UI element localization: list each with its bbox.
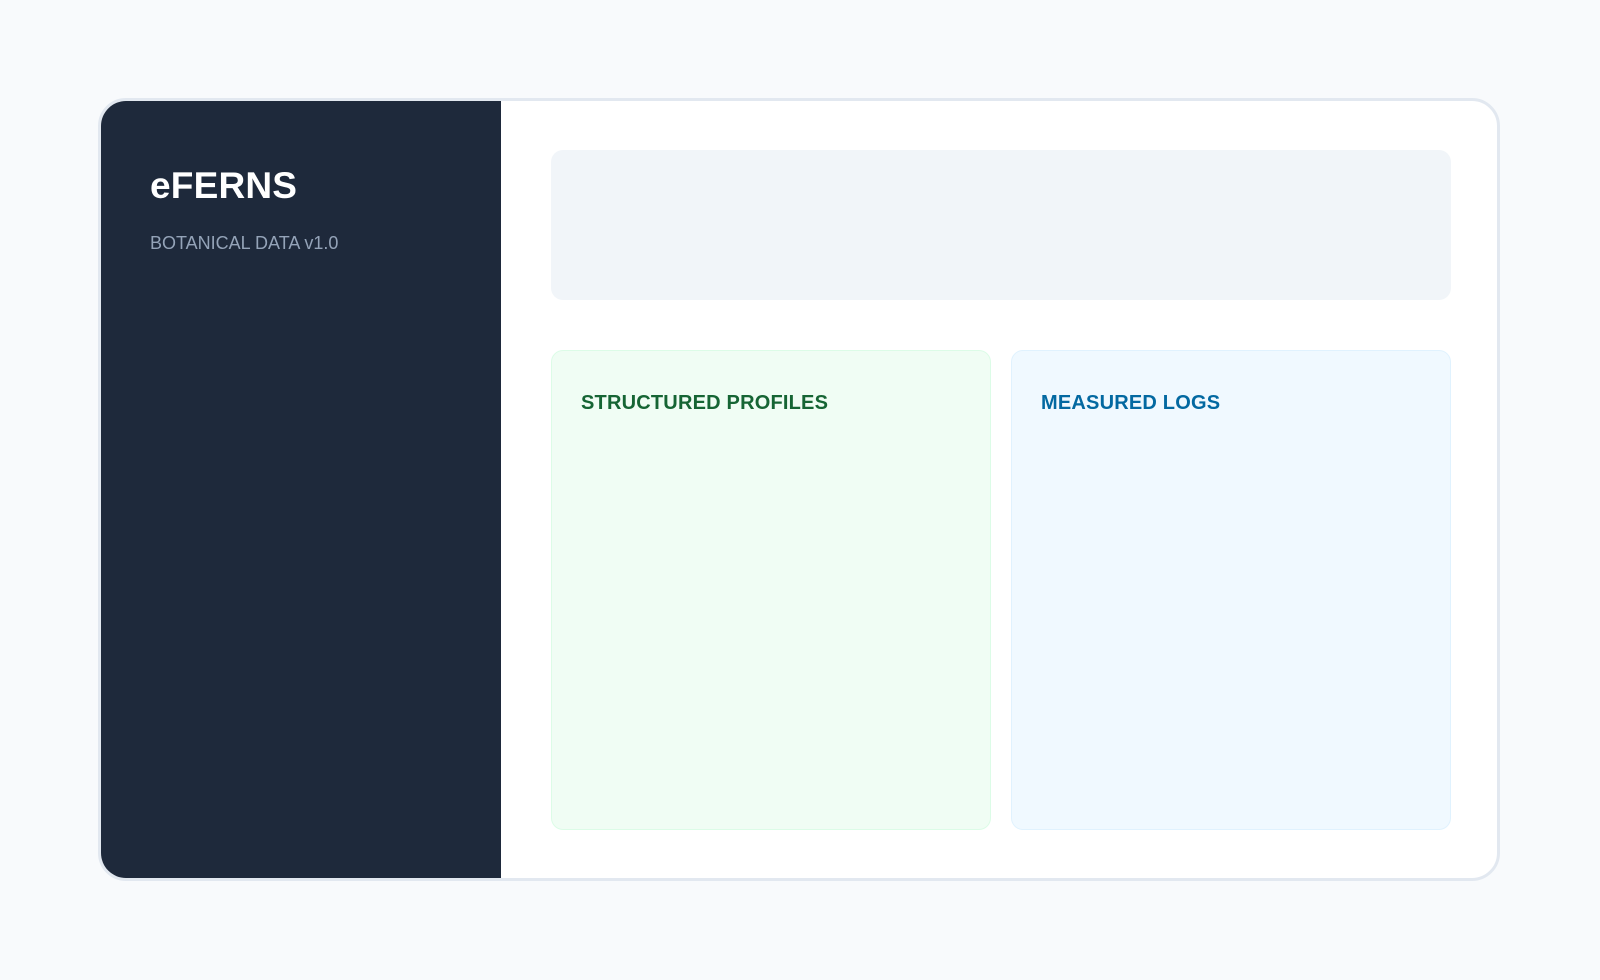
- app-subtitle: BOTANICAL DATA v1.0: [150, 233, 339, 253]
- structured-profiles-title: STRUCTURED PROFILES: [581, 392, 829, 414]
- app-window: eFERNS BOTANICAL DATA v1.0 STRUCTURED PR…: [98, 98, 1500, 881]
- measured-logs-card: MEASURED LOGS: [1011, 350, 1451, 830]
- main-content: STRUCTURED PROFILES MEASURED LOGS: [501, 101, 1497, 878]
- measured-logs-title: MEASURED LOGS: [1041, 392, 1221, 414]
- structured-profiles-card: STRUCTURED PROFILES: [551, 350, 991, 830]
- sidebar: eFERNS BOTANICAL DATA v1.0: [101, 101, 501, 878]
- header-panel: [551, 150, 1451, 300]
- app-title: eFERNS: [150, 165, 298, 206]
